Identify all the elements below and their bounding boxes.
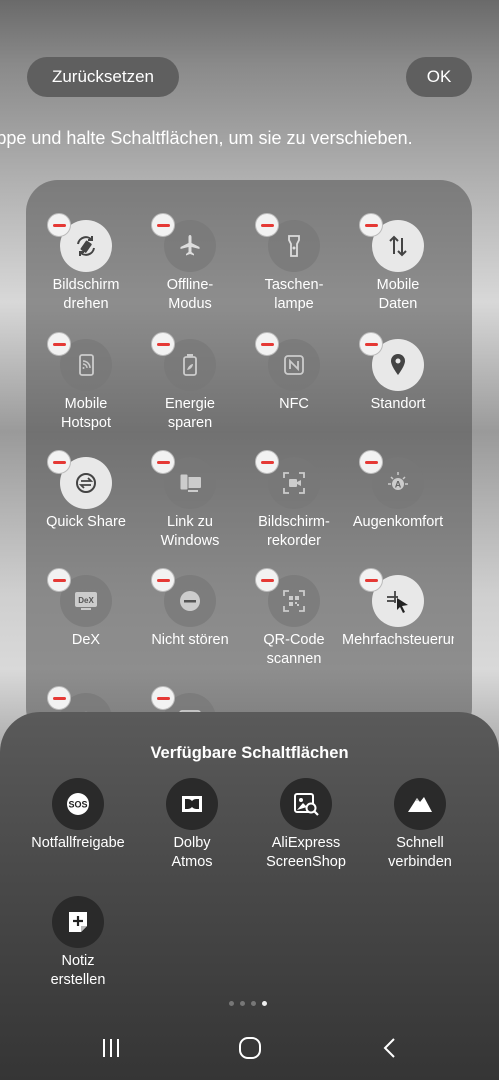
home-icon[interactable] [230, 1030, 270, 1066]
navigation-bar [0, 1030, 499, 1066]
note-add-icon [52, 896, 104, 948]
page-dot-current[interactable] [262, 1001, 267, 1006]
available-button-label: Notfallfreigabe [31, 835, 125, 851]
quick-button-label: Mehrfachsteuerung [342, 632, 454, 648]
remove-icon[interactable] [359, 450, 383, 474]
available-button-label: Dolby Atmos [171, 835, 213, 870]
remove-icon[interactable] [47, 332, 71, 356]
image-search-icon [280, 778, 332, 830]
quick-button-label: Nicht stören [151, 632, 229, 648]
remove-icon[interactable] [359, 568, 383, 592]
remove-icon[interactable] [151, 568, 175, 592]
quick-button-label: Augenkomfort [352, 514, 444, 530]
quick-button-label: Mobile Hotspot [61, 396, 111, 431]
quick-button-label: Taschen- lampe [264, 277, 324, 312]
ok-button[interactable]: OK [406, 57, 472, 97]
remove-icon[interactable] [255, 332, 279, 356]
remove-icon[interactable] [47, 686, 71, 710]
page-dot[interactable] [240, 1001, 245, 1006]
quick-button-label: QR-Code scannen [263, 632, 325, 667]
back-icon[interactable] [370, 1030, 410, 1066]
quick-button-label: NFC [279, 396, 309, 412]
active-buttons-panel: Bildschirm drehen Offline- Modus Taschen- … [26, 180, 472, 740]
recents-icon[interactable] [91, 1030, 131, 1066]
page-indicator [229, 1001, 267, 1006]
available-button-label: Notiz erstellen [50, 953, 106, 988]
page-dot[interactable] [229, 1001, 234, 1006]
remove-icon[interactable] [359, 332, 383, 356]
reset-button[interactable]: Zurücksetzen [27, 57, 179, 97]
quick-button-label: Link zu Windows [160, 514, 220, 549]
quick-button-label: Energie sparen [165, 396, 215, 431]
remove-icon[interactable] [359, 213, 383, 237]
svg-text:DeX: DeX [78, 596, 94, 605]
remove-icon[interactable] [151, 213, 175, 237]
remove-icon[interactable] [47, 213, 71, 237]
quick-button-label: Offline- Modus [166, 277, 214, 312]
quick-button-label: Bildschirm- rekorder [258, 514, 330, 549]
remove-icon[interactable] [151, 332, 175, 356]
sos-icon: SOS [52, 778, 104, 830]
available-button-label: Schnell verbinden [388, 835, 452, 870]
quick-button-label: Bildschirm drehen [52, 277, 120, 312]
remove-icon[interactable] [47, 568, 71, 592]
dolby-icon [166, 778, 218, 830]
quick-button-label: DeX [71, 632, 101, 648]
available-button-label: AliExpress ScreenShop [266, 835, 346, 870]
quick-button-label: Quick Share [46, 514, 126, 530]
remove-icon[interactable] [255, 568, 279, 592]
sheet-title: Verfügbare Schaltflächen [150, 744, 349, 762]
remove-icon[interactable] [151, 686, 175, 710]
quick-button-label: Mobile Daten [376, 277, 420, 312]
remove-icon[interactable] [255, 213, 279, 237]
remove-icon[interactable] [47, 450, 71, 474]
svg-text:SOS: SOS [68, 800, 87, 810]
available-buttons-sheet: Verfügbare Schaltflächen SOS Notfallfreig… [0, 712, 499, 1080]
instruction-text: Tippe und halte Schaltflächen, um sie zu… [0, 128, 413, 148]
svg-text:A: A [395, 480, 402, 490]
remove-icon[interactable] [151, 450, 175, 474]
quick-button-label: Standort [370, 396, 426, 412]
mountain-icon [394, 778, 446, 830]
remove-icon[interactable] [255, 450, 279, 474]
page-dot[interactable] [251, 1001, 256, 1006]
